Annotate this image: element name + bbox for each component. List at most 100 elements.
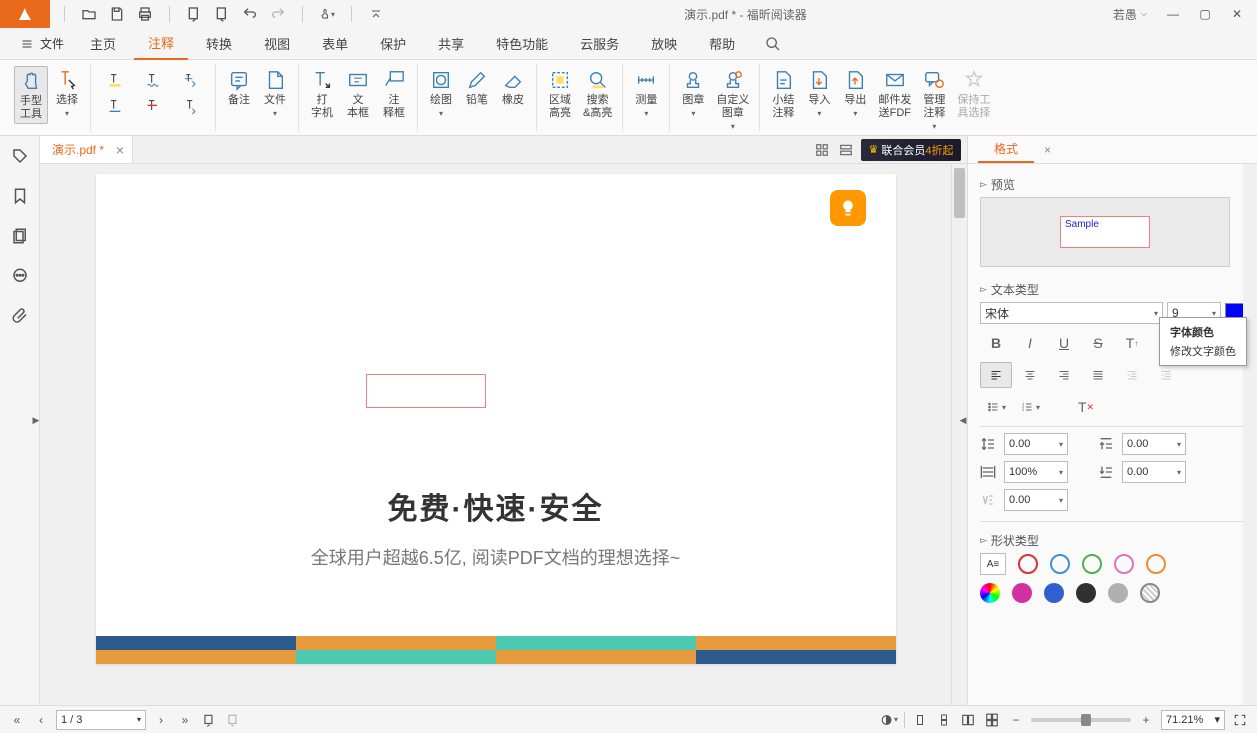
- menu-share[interactable]: 共享: [424, 28, 478, 59]
- zoom-in-button[interactable]: +: [1137, 711, 1155, 729]
- shape-color-green[interactable]: [1082, 554, 1102, 574]
- bold-button[interactable]: B: [980, 330, 1012, 356]
- replace-text-icon[interactable]: [179, 70, 203, 90]
- menu-cloud[interactable]: 云服务: [566, 28, 633, 59]
- right-collapse-button[interactable]: ◀: [958, 401, 968, 441]
- fullscreen-button[interactable]: [1231, 711, 1249, 729]
- hint-bulb-button[interactable]: [830, 190, 866, 226]
- align-left-button[interactable]: [980, 362, 1012, 388]
- facing-icon[interactable]: [959, 711, 977, 729]
- eraser-button[interactable]: 橡皮: [496, 66, 530, 109]
- list-view-icon[interactable]: [837, 141, 855, 159]
- align-center-button[interactable]: [1014, 362, 1046, 388]
- shape-text-button[interactable]: A≡: [980, 553, 1006, 575]
- zoom-value[interactable]: 71.21%▾: [1161, 710, 1225, 730]
- custom-stamp-button[interactable]: 自定义 图章▾: [712, 66, 753, 133]
- menu-view[interactable]: 视图: [250, 28, 304, 59]
- stamp-button[interactable]: 图章▾: [676, 66, 710, 120]
- maximize-button[interactable]: ▢: [1193, 2, 1217, 26]
- app-logo[interactable]: [0, 0, 50, 28]
- pages-icon[interactable]: [10, 226, 30, 246]
- next-page-button[interactable]: ›: [152, 711, 170, 729]
- font-family-combo[interactable]: 宋体▾: [980, 302, 1163, 324]
- menu-form[interactable]: 表单: [308, 28, 362, 59]
- search-button[interactable]: [761, 32, 785, 56]
- user-menu[interactable]: 若愚 ⌵: [1107, 6, 1153, 23]
- continuous-icon[interactable]: [935, 711, 953, 729]
- shape-fill-black[interactable]: [1076, 583, 1096, 603]
- save-icon[interactable]: [109, 6, 125, 22]
- file-menu[interactable]: 文件: [12, 31, 72, 56]
- export-button[interactable]: 导出▾: [838, 66, 872, 120]
- menu-special[interactable]: 特色功能: [482, 28, 562, 59]
- promo-banner[interactable]: ♛联合会员4折起: [861, 139, 961, 161]
- insert-text-icon[interactable]: [179, 96, 203, 116]
- panel-scrollbar[interactable]: [1243, 164, 1257, 705]
- nav-back-button[interactable]: [200, 711, 218, 729]
- menu-protect[interactable]: 保护: [366, 28, 420, 59]
- undo-icon[interactable]: [242, 6, 258, 22]
- hand-tool-button[interactable]: 手型 工具: [14, 66, 48, 124]
- para-after-spin[interactable]: 0.00▾: [1122, 461, 1186, 483]
- shape-color-red[interactable]: [1018, 554, 1038, 574]
- shapetype-header[interactable]: ▻形状类型: [980, 528, 1245, 553]
- format-tab[interactable]: 格式: [978, 136, 1034, 163]
- manage-comments-button[interactable]: 管理 注释▾: [917, 66, 951, 133]
- last-page-button[interactable]: »: [176, 711, 194, 729]
- bookmark-icon[interactable]: [10, 186, 30, 206]
- redo-icon[interactable]: [270, 6, 286, 22]
- tag-icon[interactable]: [10, 146, 30, 166]
- shape-fill-hatched[interactable]: [1140, 583, 1160, 603]
- page-next-icon[interactable]: [214, 6, 230, 22]
- align-right-button[interactable]: [1048, 362, 1080, 388]
- close-button[interactable]: ✕: [1225, 2, 1249, 26]
- bullet-list-button[interactable]: ▾: [980, 394, 1012, 420]
- underline-icon[interactable]: [103, 96, 127, 116]
- page-input[interactable]: 1 / 3▾: [56, 710, 146, 730]
- note-button[interactable]: 备注: [222, 66, 256, 109]
- nav-fwd-button[interactable]: [224, 711, 242, 729]
- shape-fill-rainbow[interactable]: [980, 583, 1000, 603]
- menu-home[interactable]: 主页: [76, 28, 130, 59]
- color-mode-button[interactable]: ▾: [880, 711, 898, 729]
- texttype-header[interactable]: ▻文本类型: [980, 277, 1245, 302]
- pencil-button[interactable]: 铅笔: [460, 66, 494, 109]
- para-before-spin[interactable]: 0.00▾: [1122, 433, 1186, 455]
- menu-help[interactable]: 帮助: [695, 28, 749, 59]
- shape-fill-gray[interactable]: [1108, 583, 1128, 603]
- strikethrough-button[interactable]: S: [1082, 330, 1114, 356]
- canvas-scroll[interactable]: 免费·快速·安全 全球用户超越6.5亿, 阅读PDF文档的理想选择~: [40, 164, 951, 705]
- char-spacing-spin[interactable]: 0.00▾: [1004, 489, 1068, 511]
- shape-color-blue[interactable]: [1050, 554, 1070, 574]
- search-highlight-button[interactable]: 搜索 &高亮: [579, 66, 616, 122]
- squiggly-icon[interactable]: [141, 70, 165, 90]
- import-button[interactable]: 导入▾: [802, 66, 836, 120]
- select-tool-button[interactable]: 选择▾: [50, 66, 84, 120]
- touch-icon[interactable]: ▾: [319, 6, 335, 22]
- attachments-icon[interactable]: [10, 306, 30, 326]
- indent-decrease-button[interactable]: [1116, 362, 1148, 388]
- page-prev-icon[interactable]: [186, 6, 202, 22]
- comments-icon[interactable]: [10, 266, 30, 286]
- pdf-page[interactable]: 免费·快速·安全 全球用户超越6.5亿, 阅读PDF文档的理想选择~: [96, 174, 896, 664]
- single-page-icon[interactable]: [911, 711, 929, 729]
- superscript-button[interactable]: T↑: [1116, 330, 1148, 356]
- shape-fill-magenta[interactable]: [1012, 583, 1032, 603]
- shape-color-pink[interactable]: [1114, 554, 1134, 574]
- qat-more-icon[interactable]: [368, 6, 384, 22]
- tab-close-button[interactable]: ×: [116, 142, 124, 158]
- textbox-annotation[interactable]: [366, 374, 486, 408]
- callout-button[interactable]: 注 释框: [377, 66, 411, 122]
- open-icon[interactable]: [81, 6, 97, 22]
- numbered-list-button[interactable]: 123▾: [1014, 394, 1046, 420]
- prev-page-button[interactable]: ‹: [32, 711, 50, 729]
- typewriter-button[interactable]: 打 字机: [305, 66, 339, 122]
- measure-button[interactable]: 测量▾: [629, 66, 663, 120]
- area-highlight-button[interactable]: 区域 高亮: [543, 66, 577, 122]
- keep-tool-button[interactable]: 保持工 具选择: [953, 66, 994, 122]
- menu-play[interactable]: 放映: [637, 28, 691, 59]
- grid-view-icon[interactable]: [813, 141, 831, 159]
- horiz-scale-spin[interactable]: 100%▾: [1004, 461, 1068, 483]
- align-justify-button[interactable]: [1082, 362, 1114, 388]
- underline-button[interactable]: U: [1048, 330, 1080, 356]
